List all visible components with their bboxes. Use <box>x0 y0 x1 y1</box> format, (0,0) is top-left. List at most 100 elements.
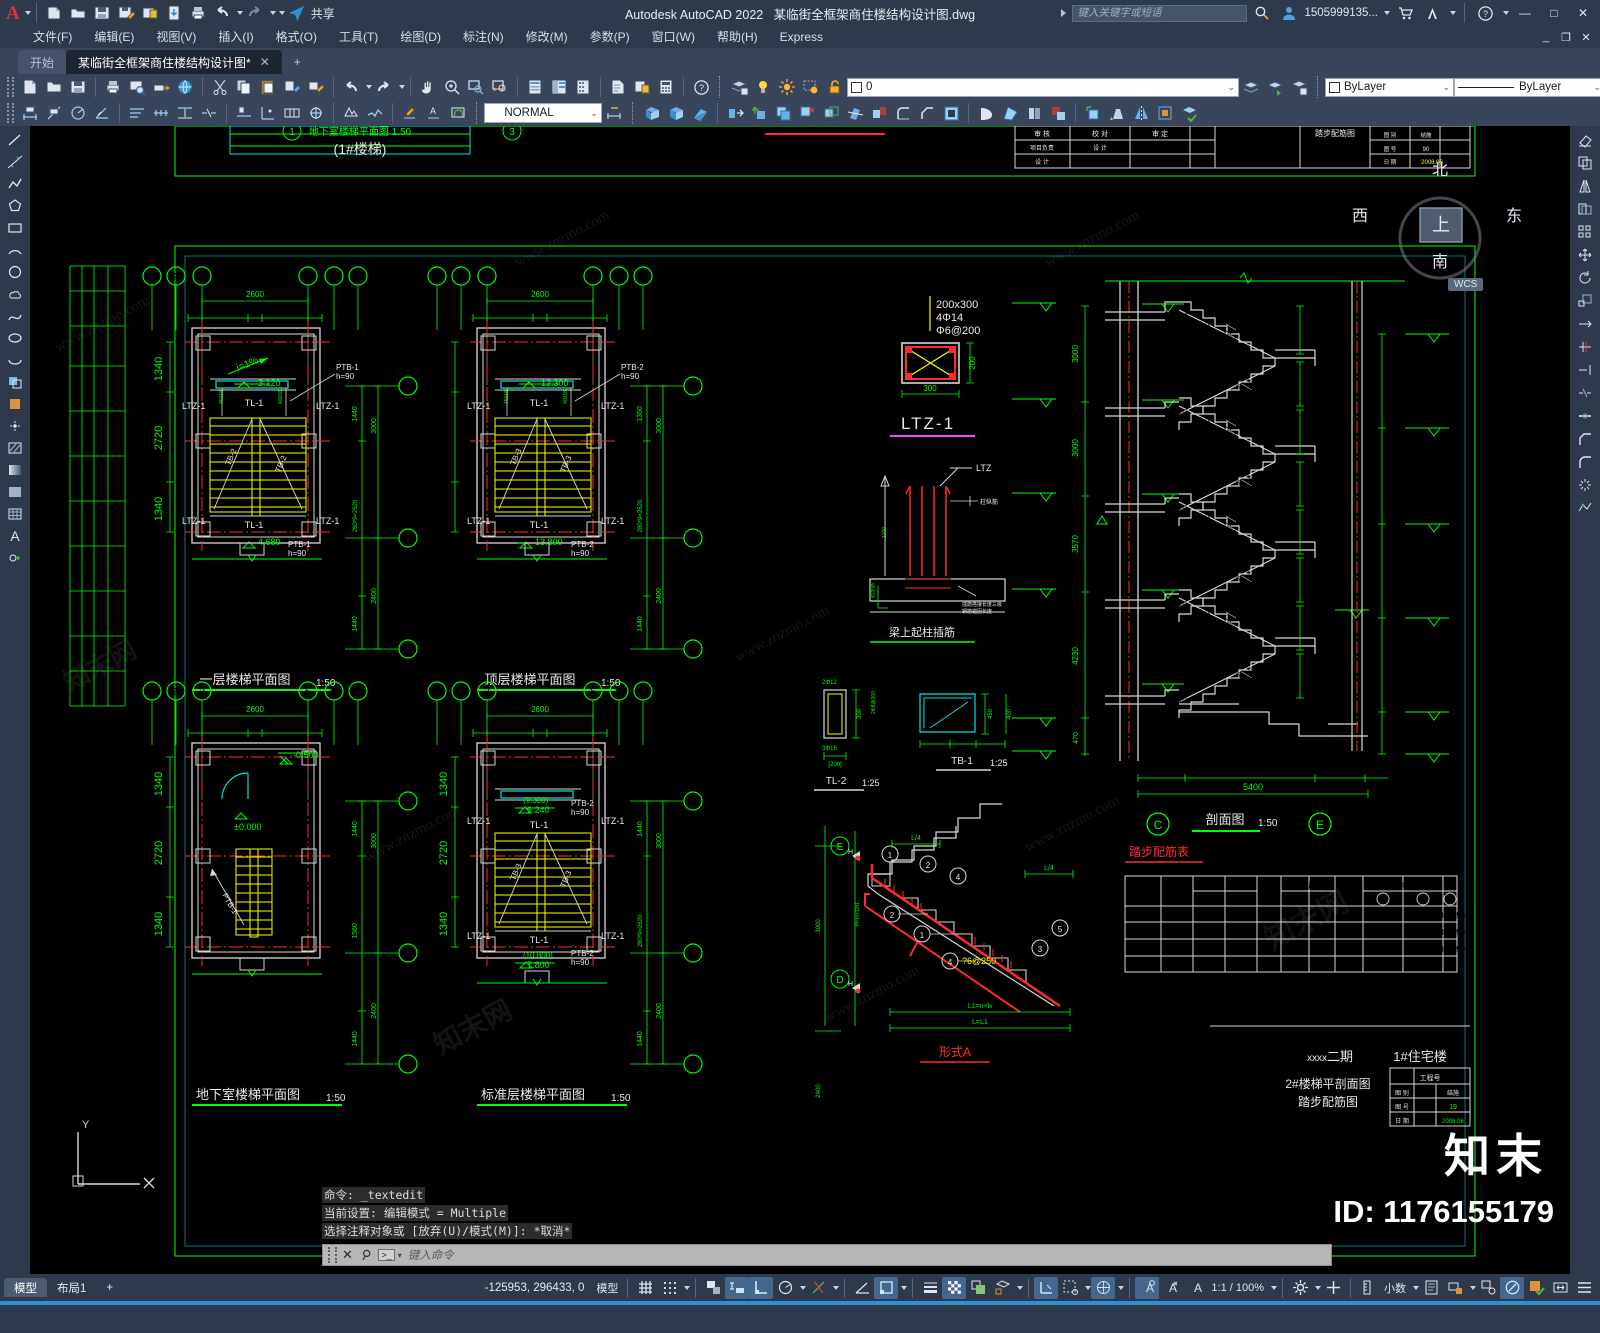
otrack-icon[interactable] <box>806 1277 830 1299</box>
dynamic-ucs-icon[interactable] <box>1034 1276 1059 1299</box>
linetype-combo[interactable]: ByLayer ⌄ <box>1454 77 1600 97</box>
undo-icon[interactable] <box>210 1 234 25</box>
menu-edit[interactable]: 编辑(E) <box>83 26 145 48</box>
help-icon-2[interactable]: ? <box>689 75 713 99</box>
autodesk-app-icon[interactable] <box>1420 1 1444 25</box>
angle-constraint-icon[interactable] <box>850 1277 874 1299</box>
array-tool-icon[interactable] <box>1574 222 1596 242</box>
polar-tracking-icon[interactable] <box>773 1277 797 1299</box>
dim-aligned-icon[interactable] <box>42 101 66 125</box>
layer-on-icon[interactable] <box>751 75 775 99</box>
trim-tool-icon[interactable] <box>1574 337 1596 357</box>
ucs-toggle-icon[interactable] <box>874 1276 899 1299</box>
spline-icon[interactable] <box>4 306 26 326</box>
save-icon[interactable] <box>90 1 114 25</box>
3d-revolve-icon[interactable] <box>974 101 998 125</box>
export-icon[interactable] <box>162 1 186 25</box>
layer-combo[interactable]: 0 ⌄ <box>847 77 1239 97</box>
explode-tool-icon[interactable] <box>1574 475 1596 495</box>
layer-chevron-down-icon[interactable]: ⌄ <box>1223 82 1235 93</box>
navcube-west-label[interactable]: 西 <box>1352 202 1368 226</box>
3d-check-icon[interactable] <box>1177 101 1201 125</box>
dimstyle-combo[interactable]: NORMAL ⌄ <box>484 103 602 123</box>
3d-osnap-icon[interactable] <box>990 1277 1014 1299</box>
move-tool-icon[interactable] <box>1574 245 1596 265</box>
copy-icon[interactable] <box>232 75 256 99</box>
help-icon[interactable]: ? <box>1473 1 1497 25</box>
3d-chamfer-icon[interactable] <box>915 101 939 125</box>
3d-imprint-icon[interactable] <box>1046 101 1070 125</box>
app-caret-icon[interactable] <box>1450 11 1456 15</box>
match-properties-icon[interactable] <box>280 75 304 99</box>
layer-previous-icon[interactable] <box>1239 75 1263 99</box>
ellipse-arc-icon[interactable] <box>4 350 26 370</box>
dimstyle-chevron-down-icon[interactable]: ⌄ <box>586 108 598 119</box>
tab-close-icon[interactable]: ✕ <box>260 55 270 69</box>
save-as-icon[interactable] <box>114 1 138 25</box>
dim-text-edit-icon[interactable]: A <box>422 101 446 125</box>
print-icon[interactable] <box>186 1 210 25</box>
3d-presspull-icon[interactable] <box>867 101 891 125</box>
lineweight-display-icon[interactable] <box>918 1277 942 1299</box>
customize-plus-icon[interactable] <box>1321 1277 1345 1299</box>
dim-inspect-icon[interactable] <box>339 101 363 125</box>
selection-cycling-icon[interactable] <box>966 1277 990 1299</box>
gizmo-caret-icon[interactable] <box>1118 1285 1125 1290</box>
doc-restore-button[interactable]: ❐ <box>1556 26 1576 48</box>
color-combo[interactable]: ByLayer ⌄ <box>1325 77 1454 97</box>
dim-angular-icon[interactable] <box>90 101 114 125</box>
polyline-icon[interactable] <box>4 174 26 194</box>
layer-states-icon[interactable] <box>1287 75 1311 99</box>
new-icon[interactable] <box>18 75 42 99</box>
command-customize-icon[interactable]: ⚲ <box>358 1246 374 1265</box>
annotation-visibility-icon[interactable]: A <box>1135 1276 1160 1299</box>
3d-osnap-caret-icon[interactable] <box>1017 1285 1024 1290</box>
rotate-tool-icon[interactable] <box>1574 268 1596 288</box>
menu-parametric[interactable]: 参数(P) <box>579 26 641 48</box>
add-selected-icon[interactable] <box>4 548 26 568</box>
otrack-caret-icon[interactable] <box>833 1285 840 1290</box>
zoom-previous-icon[interactable] <box>488 75 512 99</box>
new-file-icon[interactable] <box>42 1 66 25</box>
space-indicator[interactable]: 模型 <box>592 1280 622 1296</box>
command-prompt-icon[interactable]: >_ <box>378 1249 395 1261</box>
polygon-icon[interactable] <box>4 196 26 216</box>
3d-extrude-icon[interactable] <box>723 101 747 125</box>
autocad-logo-icon[interactable]: A <box>4 4 22 23</box>
command-close-icon[interactable]: ✕ <box>342 1247 353 1263</box>
menu-window[interactable]: 窗口(W) <box>641 26 706 48</box>
dim-update-icon[interactable] <box>446 101 470 125</box>
gizmo-icon[interactable] <box>1091 1276 1116 1299</box>
lock-ui-icon[interactable] <box>1443 1277 1467 1299</box>
make-block-icon[interactable] <box>4 394 26 414</box>
markup-set-icon[interactable] <box>630 75 654 99</box>
publish-icon[interactable] <box>149 75 173 99</box>
selection-filter-icon[interactable] <box>1058 1277 1082 1299</box>
extend-tool-icon[interactable] <box>1574 360 1596 380</box>
grid-display-icon[interactable] <box>633 1277 657 1299</box>
3d-align-icon[interactable] <box>1081 101 1105 125</box>
sheet-set-icon[interactable] <box>606 75 630 99</box>
qat-caret-icon[interactable] <box>278 11 285 15</box>
toolbar-grip-2[interactable] <box>719 76 721 98</box>
layer-thaw-icon[interactable] <box>775 75 799 99</box>
search-input[interactable]: 键入关键字或短语 <box>1072 4 1248 22</box>
add-layout-tab[interactable]: + <box>96 1278 123 1297</box>
join-tool-icon[interactable] <box>1574 406 1596 426</box>
snap-caret-icon[interactable] <box>684 1285 691 1290</box>
multiline-text-icon[interactable]: A <box>4 526 26 546</box>
zoom-realtime-icon[interactable] <box>440 75 464 99</box>
3d-box-icon[interactable] <box>664 101 688 125</box>
revcloud-icon[interactable] <box>4 284 26 304</box>
construction-line-icon[interactable] <box>4 152 26 172</box>
scale-tool-icon[interactable] <box>1574 291 1596 311</box>
layer-make-current-icon[interactable] <box>1263 75 1287 99</box>
fullscreen-icon[interactable] <box>1548 1277 1572 1299</box>
open-file-icon[interactable] <box>66 1 90 25</box>
center-mark-icon[interactable] <box>304 101 328 125</box>
menu-draw[interactable]: 绘图(D) <box>389 26 452 48</box>
graphics-performance-icon[interactable] <box>1500 1276 1524 1299</box>
edit-polyline-icon[interactable] <box>1574 498 1596 518</box>
region-icon[interactable] <box>4 482 26 502</box>
rectangle-icon[interactable] <box>4 218 26 238</box>
